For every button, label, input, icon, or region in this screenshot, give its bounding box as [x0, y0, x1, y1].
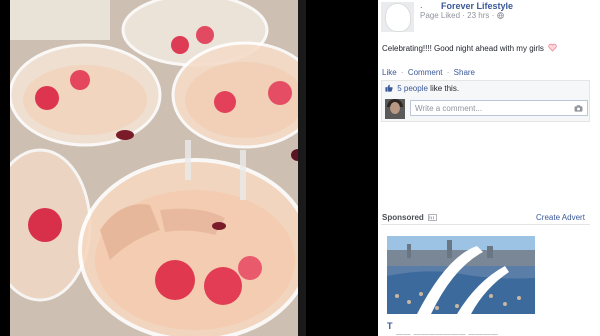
- ad-choices-icon[interactable]: [428, 214, 437, 221]
- like-link[interactable]: Like: [382, 68, 397, 77]
- globe-icon[interactable]: [496, 12, 504, 19]
- heart-icon: [548, 43, 557, 52]
- create-advert-link[interactable]: Create Advert: [536, 213, 585, 222]
- comment-input[interactable]: Write a comment...: [410, 100, 588, 116]
- share-link[interactable]: Share: [454, 68, 475, 77]
- likes-suffix: like this.: [427, 84, 460, 93]
- comment-link[interactable]: Comment: [408, 68, 443, 77]
- sponsored-label: Sponsored: [382, 213, 437, 222]
- action-separator: ·: [400, 68, 404, 77]
- ad-title[interactable]: T: [387, 321, 393, 331]
- viewer-stage: . Forever Lifestyle Page Liked · 23 hrs …: [0, 0, 600, 336]
- status-text: Celebrating!!!! Good night ahead with my…: [382, 44, 544, 53]
- action-separator: ·: [446, 68, 450, 77]
- post-meta-text: Page Liked · 23 hrs ·: [420, 11, 495, 20]
- commenter-avatar: [385, 99, 405, 119]
- likes-comments-box: 5 people like this. Write a comment...: [381, 80, 590, 122]
- page-name-prefix: .: [420, 0, 423, 10]
- ad-subtitle: —— ——————— ————: [396, 331, 499, 336]
- likers-link[interactable]: 5 people: [397, 84, 428, 93]
- section-divider: [381, 224, 590, 225]
- camera-icon[interactable]: [574, 105, 583, 112]
- sponsored-text: Sponsored: [382, 213, 424, 222]
- post-photo[interactable]: [10, 0, 306, 336]
- comment-placeholder: Write a comment...: [415, 104, 482, 113]
- thumbs-up-icon: [385, 84, 393, 92]
- ad-image[interactable]: [387, 236, 535, 314]
- post-actions: Like · Comment · Share: [382, 68, 475, 77]
- post-meta: Page Liked · 23 hrs ·: [420, 11, 504, 20]
- likes-summary: 5 people like this.: [385, 84, 459, 93]
- page-name-link[interactable]: Forever Lifestyle: [441, 1, 513, 11]
- post-status: Celebrating!!!! Good night ahead with my…: [382, 43, 557, 53]
- photo-illustration: [10, 0, 306, 336]
- post-sidebar: . Forever Lifestyle Page Liked · 23 hrs …: [378, 0, 600, 336]
- page-avatar[interactable]: [381, 2, 414, 32]
- ad-image-illustration: [387, 236, 535, 314]
